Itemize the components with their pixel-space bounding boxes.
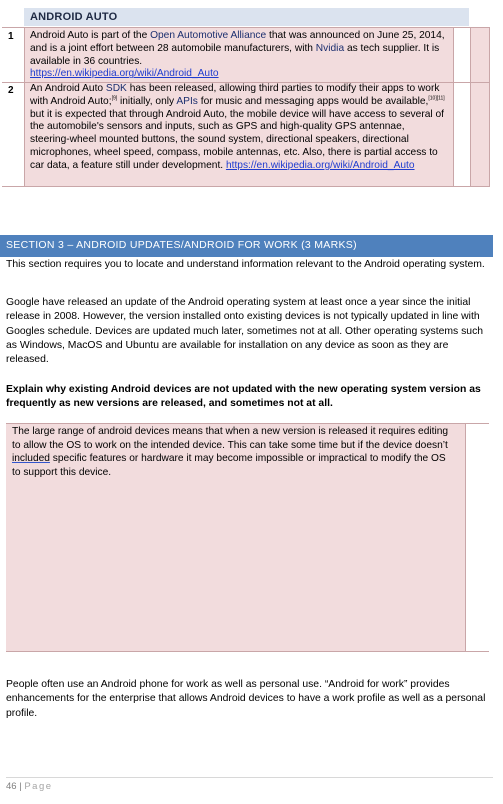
section-heading: SECTION 3 – ANDROID UPDATES/ANDROID FOR … [0,235,493,257]
footer-separator: | [19,781,22,792]
row-text: Android Auto is part of the Open Automot… [30,30,445,80]
table-header: ANDROID AUTO [24,8,469,26]
answer-text[interactable]: The large range of android devices means… [12,425,452,480]
page-number: 46 [6,781,17,792]
link-apis[interactable]: APIs [176,96,198,107]
link-sdk[interactable]: SDK [106,83,127,94]
table-header-title: ANDROID AUTO [30,11,118,23]
wikipedia-link[interactable]: https://en.wikipedia.org/wiki/Android_Au… [226,160,415,171]
section-heading-text: SECTION 3 – ANDROID UPDATES/ANDROID FOR … [6,239,357,251]
citation-ref[interactable]: [10][11] [428,95,444,101]
row-number: 2 [8,85,14,96]
row-number: 1 [8,31,14,42]
page-label: Page [24,781,53,792]
footer-divider [6,777,493,778]
section-paragraph: Google have released an update of the An… [6,297,484,366]
section-intro: This section requires you to locate and … [6,259,485,270]
wikipedia-link[interactable]: https://en.wikipedia.org/wiki/Android_Au… [30,68,219,79]
link-nvidia[interactable]: Nvidia [316,43,344,54]
row-text: An Android Auto SDK has been released, a… [30,83,445,171]
page-footer: 46 | Page [6,781,53,792]
question-text: Explain why existing Android devices are… [6,384,481,410]
closing-paragraph: People often use an Android phone for wo… [6,679,486,719]
link-open-automotive-alliance[interactable]: Open Automotive Alliance [150,30,266,41]
table-side-column-bg [470,28,489,186]
